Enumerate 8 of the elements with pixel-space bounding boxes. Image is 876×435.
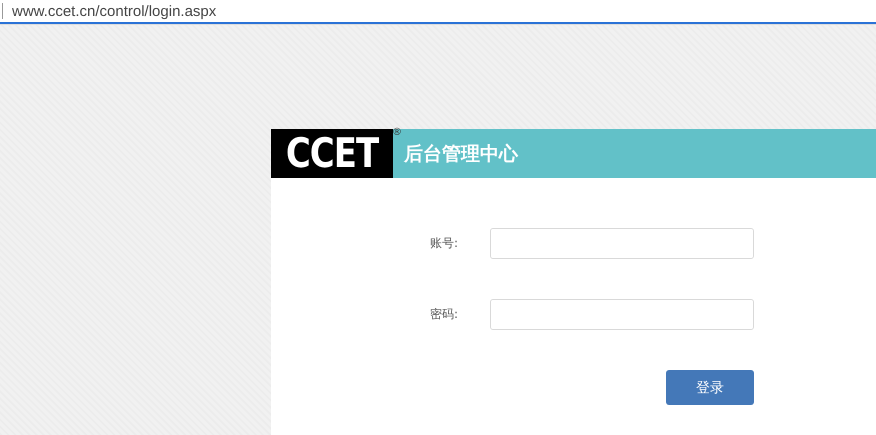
- field-label: 账号:: [429, 235, 460, 252]
- header-title: 后台管理中心: [404, 142, 518, 166]
- input-field[interactable]: [490, 228, 754, 259]
- login-button[interactable]: 登录: [666, 370, 754, 405]
- url-text[interactable]: www.ccet.cn/control/login.aspx: [12, 2, 216, 20]
- field-label: 密码:: [429, 306, 460, 323]
- registered-mark: ®: [392, 127, 402, 138]
- input-field[interactable]: [490, 299, 754, 330]
